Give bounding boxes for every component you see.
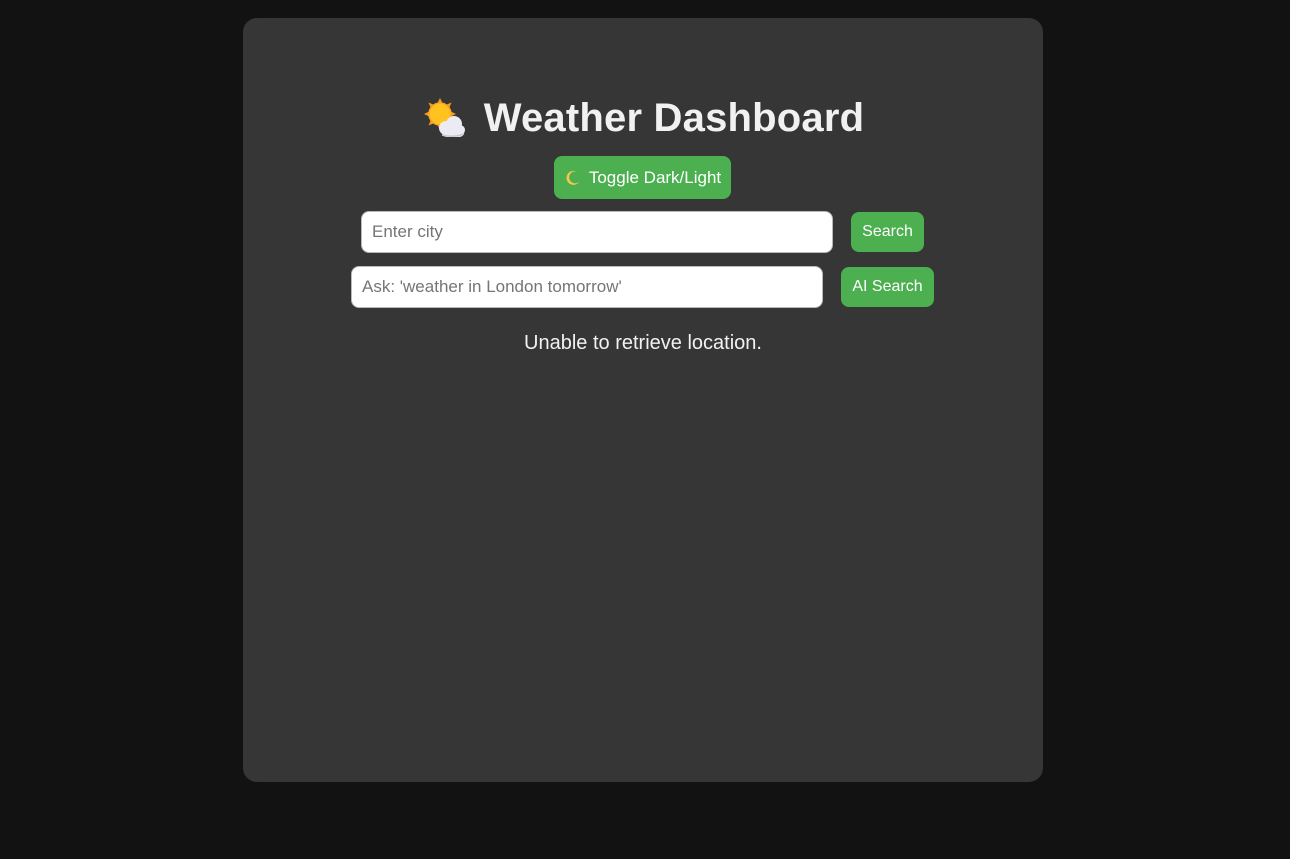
- header: Weather Dashboard: [243, 92, 1043, 144]
- crescent-moon-icon: [564, 169, 582, 187]
- dashboard-card: Weather Dashboard Toggle Dark/Light Sear…: [243, 18, 1043, 782]
- page-title: Weather Dashboard: [483, 95, 865, 140]
- search-button[interactable]: Search: [851, 212, 924, 252]
- status-message: Unable to retrieve location.: [524, 332, 762, 354]
- city-search-input[interactable]: [361, 211, 833, 253]
- theme-toggle-label: Toggle Dark/Light: [588, 167, 722, 187]
- ai-search-button[interactable]: AI Search: [841, 267, 934, 307]
- sun-behind-cloud-icon: [422, 96, 466, 140]
- ai-search-input[interactable]: [351, 266, 823, 308]
- theme-toggle-button[interactable]: Toggle Dark/Light: [554, 156, 731, 199]
